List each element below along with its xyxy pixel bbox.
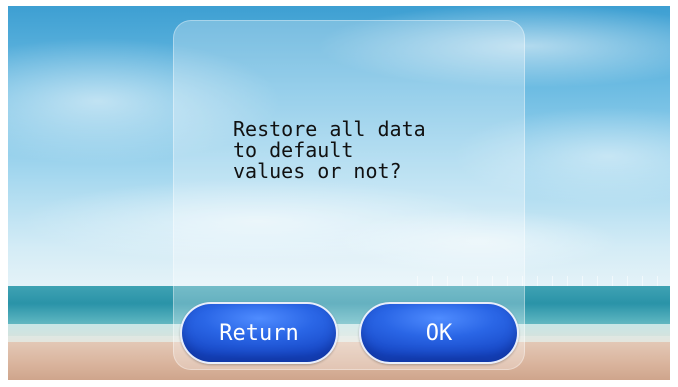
return-button[interactable]: Return — [180, 302, 338, 364]
dialog-message: Restore all data to default values or no… — [233, 117, 426, 183]
ok-button[interactable]: OK — [359, 302, 519, 364]
screen: Restore all data to default values or no… — [8, 6, 670, 380]
